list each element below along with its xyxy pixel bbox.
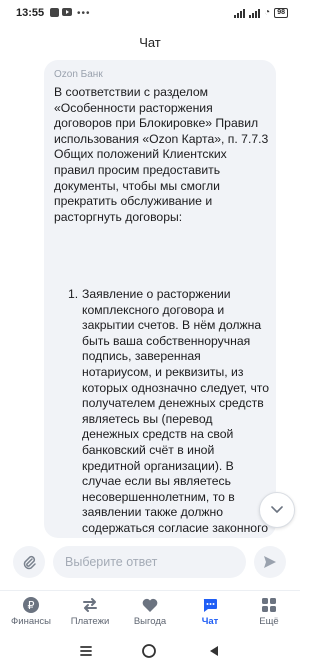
recent-apps-button[interactable] — [78, 643, 94, 664]
transfer-arrows-icon — [83, 598, 97, 612]
more-notifications-icon: ••• — [77, 8, 91, 19]
system-navigation — [0, 636, 300, 667]
nav-item-finance[interactable]: ₽ Финансы — [2, 595, 60, 627]
youtube-icon — [62, 8, 72, 16]
chevron-down-icon — [271, 506, 283, 513]
wifi-icon: ◔ — [264, 7, 271, 18]
page-title: Чат — [139, 35, 161, 50]
attach-button[interactable] — [13, 546, 45, 578]
signal-icon — [234, 8, 246, 18]
signal-icon — [249, 8, 261, 18]
message-bubble: Ozon Банк В соответствии с разделом «Осо… — [44, 60, 276, 538]
message-sender: Ozon Банк — [54, 69, 103, 80]
list-item-number: 1. — [68, 287, 79, 301]
paperclip-icon — [23, 555, 36, 570]
recent-apps-icon — [80, 646, 92, 656]
bottom-navigation: ₽ Финансы Платежи Выгода Чат Ещё — [0, 590, 300, 637]
nav-item-benefits[interactable]: Выгода — [121, 595, 179, 627]
send-icon — [264, 556, 276, 568]
back-button[interactable] — [206, 643, 222, 664]
nav-item-payments[interactable]: Платежи — [61, 595, 119, 627]
nav-label: Финансы — [11, 616, 51, 627]
heart-icon — [142, 598, 158, 612]
send-button[interactable] — [254, 546, 286, 578]
home-button[interactable] — [141, 643, 157, 664]
scroll-down-button[interactable] — [259, 492, 295, 528]
nav-item-chat[interactable]: Чат — [181, 595, 239, 627]
nav-label: Платежи — [70, 616, 110, 627]
status-time: 13:55 — [16, 7, 45, 19]
ruble-coin-icon: ₽ — [23, 597, 39, 613]
chat-bubble-icon — [203, 599, 217, 612]
grid-icon — [262, 598, 276, 612]
nav-label: Ещё — [259, 616, 279, 627]
message-text: В соответствии с разделом «Особенности р… — [54, 85, 269, 224]
svg-text:₽: ₽ — [28, 599, 35, 612]
home-icon — [142, 644, 156, 658]
system-indicators: ◔ 98 — [234, 7, 288, 18]
notification-icons: ••• — [50, 8, 91, 19]
nav-item-more[interactable]: Ещё — [240, 595, 298, 627]
composer — [0, 538, 300, 582]
nav-label: Выгода — [133, 616, 167, 627]
nav-label: Чат — [201, 616, 219, 627]
back-icon — [210, 646, 218, 656]
reply-input[interactable] — [53, 546, 246, 578]
notification-icon — [50, 8, 59, 17]
battery-icon: 98 — [274, 7, 288, 18]
status-bar: 13:55 ••• ◔ 98 — [0, 0, 300, 26]
list-item: Заявление о расторжении комплексного дог… — [82, 287, 270, 538]
